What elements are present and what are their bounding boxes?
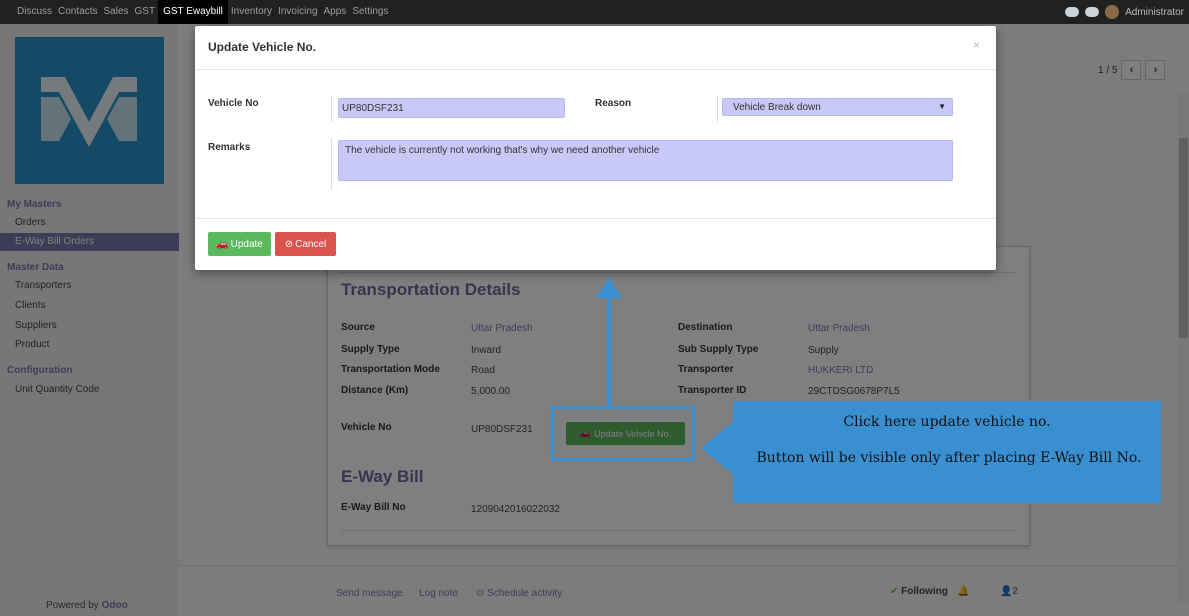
field-divider bbox=[331, 96, 332, 122]
dropdown-arrow-icon: ▼ bbox=[938, 102, 946, 111]
remarks-textarea[interactable]: The vehicle is currently not working tha… bbox=[338, 140, 953, 181]
reason-select[interactable]: Vehicle Break down ▼ bbox=[722, 98, 953, 116]
field-divider bbox=[331, 138, 332, 190]
highlight-box bbox=[551, 406, 695, 461]
update-vehicle-dialog: Update Vehicle No. × Vehicle No UP80DSF2… bbox=[195, 26, 996, 270]
arrow-up-icon bbox=[596, 278, 622, 298]
menu-gst[interactable]: GST bbox=[132, 0, 159, 24]
dialog-footer-divider bbox=[195, 218, 996, 219]
update-button[interactable]: 🚗 Update bbox=[208, 232, 271, 256]
activity-icon[interactable] bbox=[1085, 7, 1100, 17]
dialog-title: Update Vehicle No. bbox=[208, 40, 317, 54]
dialog-header-divider bbox=[195, 69, 996, 70]
field-divider bbox=[717, 96, 718, 122]
remarks-field-label: Remarks bbox=[208, 142, 251, 153]
menu-settings[interactable]: Settings bbox=[349, 0, 391, 24]
vehicle-no-field-label: Vehicle No bbox=[208, 98, 259, 109]
cancel-button[interactable]: ⊘ Cancel bbox=[275, 232, 336, 256]
car-icon: 🚗 bbox=[216, 238, 229, 250]
vehicle-no-input[interactable]: UP80DSF231 bbox=[338, 98, 565, 118]
menu-gst-ewaybill[interactable]: GST Ewaybill bbox=[158, 0, 228, 24]
user-menu[interactable]: Administrator bbox=[1125, 7, 1184, 18]
systray: Administrator bbox=[1065, 0, 1184, 24]
top-navbar: Discuss Contacts Sales GST GST Ewaybill … bbox=[0, 0, 1189, 24]
menu-sales[interactable]: Sales bbox=[100, 0, 131, 24]
ban-icon: ⊘ bbox=[284, 238, 294, 250]
chat-icon[interactable] bbox=[1065, 7, 1080, 17]
close-icon[interactable]: × bbox=[973, 38, 980, 52]
callout-pointer bbox=[701, 420, 735, 476]
menu-inventory[interactable]: Inventory bbox=[228, 0, 275, 24]
callout-line-1: Click here update vehicle no. bbox=[843, 414, 1051, 430]
arrow-line bbox=[607, 296, 611, 408]
menu-contacts[interactable]: Contacts bbox=[55, 0, 100, 24]
menu-discuss[interactable]: Discuss bbox=[14, 0, 55, 24]
callout-line-2: Button will be visible only after placin… bbox=[756, 450, 1142, 466]
menu-invoicing[interactable]: Invoicing bbox=[275, 0, 320, 24]
avatar[interactable] bbox=[1105, 5, 1120, 19]
app-menu: Discuss Contacts Sales GST GST Ewaybill … bbox=[0, 0, 391, 24]
menu-apps[interactable]: Apps bbox=[321, 0, 350, 24]
callout-note: Click here update vehicle no. Button wil… bbox=[733, 401, 1161, 503]
reason-field-label: Reason bbox=[595, 98, 632, 109]
